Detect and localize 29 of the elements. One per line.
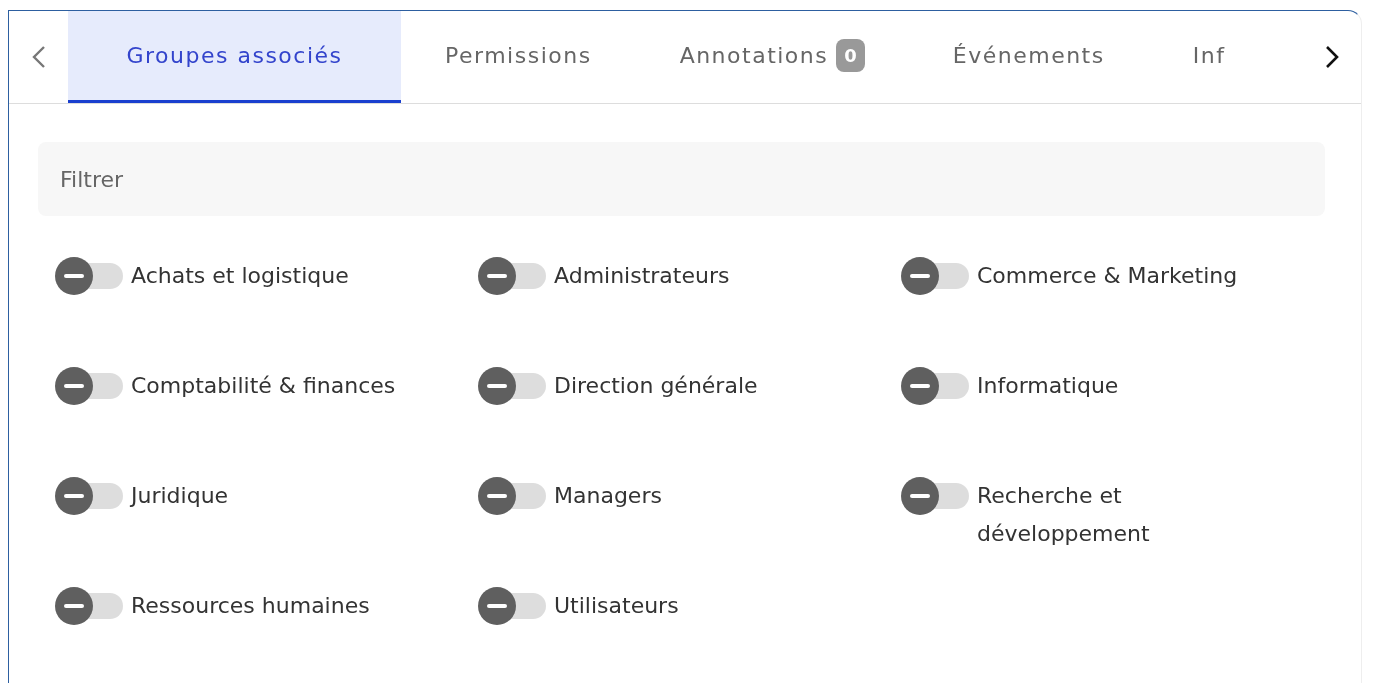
group-label: Direction générale [554, 372, 758, 400]
group-label: Comptabilité & finances [131, 372, 396, 400]
toggle-switch[interactable] [478, 477, 546, 515]
count-badge: 0 [836, 39, 865, 72]
toggle-switch[interactable] [55, 587, 123, 625]
group-label: Administrateurs [554, 262, 730, 290]
group-label: Managers [554, 482, 662, 510]
toggle-switch[interactable] [901, 257, 969, 295]
tab[interactable]: Permissions [401, 11, 636, 103]
group-label: Achats et logistique [131, 262, 349, 290]
group-label: Utilisateurs [554, 592, 679, 620]
toggle-switch[interactable] [478, 587, 546, 625]
group-label: Ressources humaines [131, 592, 370, 620]
toggle-switch[interactable] [478, 257, 546, 295]
tab[interactable]: Annotations 0 [635, 11, 909, 103]
toggle-switch[interactable] [55, 257, 123, 295]
group-label: Commerce & Marketing [977, 262, 1238, 290]
tab[interactable]: Événements [908, 11, 1149, 103]
tab[interactable]: Inf [1148, 11, 1230, 103]
group-label: Juridique [131, 482, 229, 510]
toggle-switch[interactable] [478, 367, 546, 405]
toggle-switch[interactable] [901, 477, 969, 515]
toggle-switch[interactable] [55, 477, 123, 515]
group-label: Informatique [977, 372, 1119, 400]
toggle-switch[interactable] [901, 367, 969, 405]
group-label: Recherche et développement [977, 482, 1151, 548]
tab[interactable]: Groupes associés [68, 11, 401, 103]
filter-field[interactable]: Filtrer [38, 142, 1325, 216]
toggle-switch[interactable] [55, 367, 123, 405]
